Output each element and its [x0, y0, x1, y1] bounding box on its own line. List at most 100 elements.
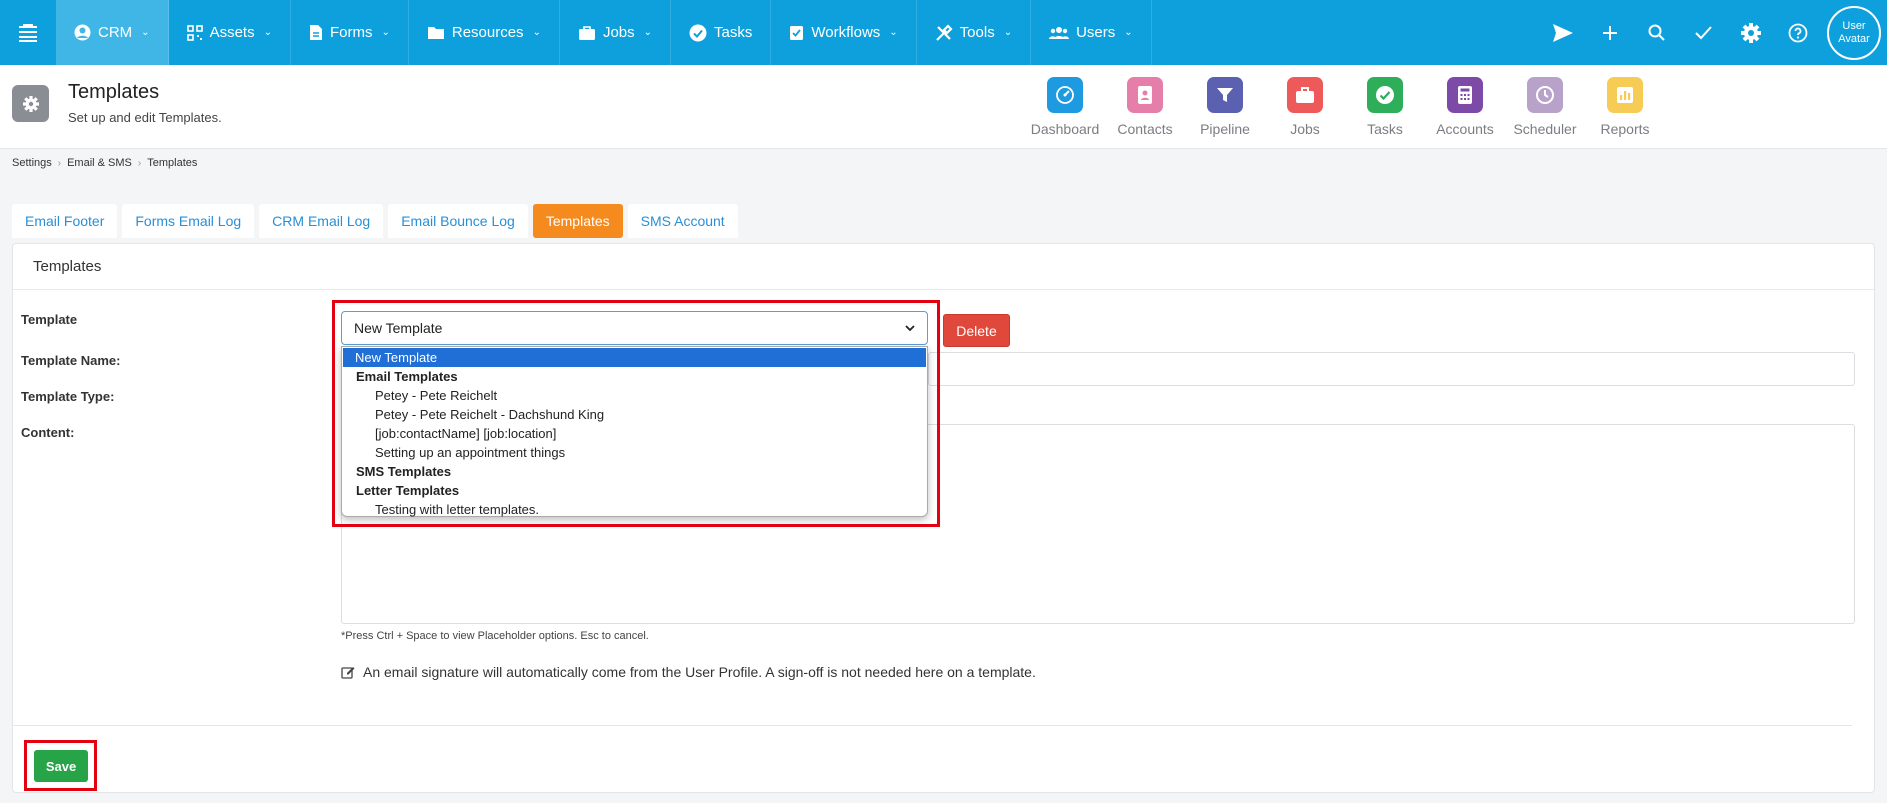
- quick-link-scheduler[interactable]: Scheduler: [1505, 77, 1585, 137]
- quick-link-label: Jobs: [1290, 121, 1320, 137]
- filter-icon: [1207, 77, 1243, 113]
- briefcase-icon: [1287, 77, 1323, 113]
- edit-icon: [341, 665, 355, 679]
- page-title: Templates: [68, 81, 160, 103]
- template-select-value: New Template: [354, 320, 443, 336]
- nav-users[interactable]: Users ⌄: [1031, 0, 1152, 65]
- template-name-label: Template Name:: [21, 353, 121, 368]
- signature-note: An email signature will automatically co…: [341, 664, 1036, 680]
- nav-jobs[interactable]: Jobs ⌄: [560, 0, 672, 65]
- nav-right-actions: User Avatar: [1539, 0, 1887, 65]
- chart-icon: [1607, 77, 1643, 113]
- quick-link-tasks[interactable]: Tasks: [1345, 77, 1425, 137]
- dropdown-option-new-template[interactable]: New Template: [343, 348, 926, 367]
- dropdown-option[interactable]: Setting up an appointment things: [342, 443, 927, 462]
- quick-link-reports[interactable]: Reports: [1585, 77, 1665, 137]
- tools-icon: [935, 23, 953, 42]
- template-type-label: Template Type:: [21, 389, 115, 404]
- nav-resources[interactable]: Resources ⌄: [409, 0, 560, 65]
- menu-icon[interactable]: [0, 0, 56, 65]
- chevron-down-icon: ⌄: [141, 27, 150, 38]
- signature-note-text: An email signature will automatically co…: [363, 664, 1036, 680]
- user-avatar[interactable]: User Avatar: [1827, 5, 1881, 60]
- template-label: Template: [21, 312, 78, 327]
- quick-link-jobs[interactable]: Jobs: [1265, 77, 1345, 137]
- dropdown-option[interactable]: Testing with letter templates.: [342, 500, 927, 519]
- delete-button[interactable]: Delete: [943, 314, 1010, 347]
- quick-link-label: Accounts: [1436, 121, 1494, 137]
- gear-icon[interactable]: [1727, 0, 1774, 65]
- nav-jobs-label: Jobs: [602, 24, 635, 41]
- nav-assets-label: Assets: [209, 24, 255, 41]
- check-circle-icon: [1367, 77, 1403, 113]
- calculator-icon: [1447, 77, 1483, 113]
- dropdown-group-sms-templates: SMS Templates: [356, 464, 452, 479]
- chevron-down-icon: ⌄: [263, 27, 272, 38]
- nav-users-label: Users: [1076, 24, 1116, 41]
- nav-tools-label: Tools: [959, 24, 995, 41]
- page-header: Templates Set up and edit Templates. Das…: [0, 65, 1887, 149]
- chevron-down-icon: ⌄: [1003, 27, 1013, 38]
- quick-link-dashboard[interactable]: Dashboard: [1025, 77, 1105, 137]
- tab-email-footer[interactable]: Email Footer: [12, 204, 118, 238]
- content-label: Content:: [21, 425, 75, 440]
- users-icon: [1049, 26, 1070, 40]
- quick-link-label: Tasks: [1367, 121, 1403, 137]
- quick-link-label: Reports: [1600, 121, 1650, 137]
- template-name-input[interactable]: [928, 352, 1855, 386]
- nav-tools[interactable]: Tools ⌄: [917, 0, 1032, 65]
- tab-email-bounce-log[interactable]: Email Bounce Log: [388, 204, 528, 238]
- quick-link-pipeline[interactable]: Pipeline: [1185, 77, 1265, 137]
- nav-resources-label: Resources: [451, 24, 524, 41]
- breadcrumb: Settings › Email & SMS › Templates: [12, 157, 197, 169]
- dropdown-group-letter-templates: Letter Templates: [356, 483, 460, 498]
- settings-gear-icon: [12, 85, 49, 122]
- dashboard-icon: [1047, 77, 1083, 113]
- dropdown-option[interactable]: Petey - Pete Reichelt - Dachshund King: [342, 405, 927, 424]
- breadcrumb-templates: Templates: [147, 157, 198, 169]
- search-icon[interactable]: [1633, 0, 1680, 65]
- breadcrumb-email-sms[interactable]: Email & SMS: [67, 157, 132, 169]
- nav-crm-label: CRM: [98, 24, 133, 41]
- template-select[interactable]: New Template: [341, 311, 928, 345]
- top-navigation-bar: CRM ⌄ Assets ⌄ Forms ⌄ Resources ⌄ Jobs …: [0, 0, 1887, 65]
- clock-icon: [1527, 77, 1563, 113]
- panel-title: Templates: [33, 258, 102, 275]
- dropdown-option[interactable]: Petey - Pete Reichelt: [342, 386, 927, 405]
- tab-forms-email-log[interactable]: Forms Email Log: [122, 204, 255, 238]
- chevron-down-icon: ⌄: [381, 27, 390, 38]
- tab-crm-email-log[interactable]: CRM Email Log: [259, 204, 384, 238]
- breadcrumb-settings[interactable]: Settings: [12, 157, 52, 169]
- template-dropdown-list: New Template Email Templates Petey - Pet…: [341, 346, 928, 517]
- quick-link-contacts[interactable]: Contacts: [1105, 77, 1185, 137]
- dropdown-option[interactable]: [job:contactName] [job:location]: [342, 424, 927, 443]
- chevron-down-icon: ⌄: [532, 27, 541, 38]
- nav-workflows[interactable]: Workflows ⌄: [771, 0, 917, 65]
- chevron-down-icon: [905, 324, 915, 332]
- quick-link-accounts[interactable]: Accounts: [1425, 77, 1505, 137]
- qr-code-icon: [186, 24, 203, 41]
- send-icon[interactable]: [1539, 0, 1586, 65]
- tab-sms-account[interactable]: SMS Account: [627, 204, 738, 238]
- avatar-line2: Avatar: [1838, 32, 1870, 45]
- nav-tasks-label: Tasks: [714, 24, 753, 41]
- page-subtitle: Set up and edit Templates.: [68, 110, 222, 125]
- checkmark-icon[interactable]: [1680, 0, 1727, 65]
- briefcase-icon: [578, 25, 596, 41]
- chevron-down-icon: ⌄: [889, 27, 898, 38]
- help-icon[interactable]: [1774, 0, 1821, 65]
- tab-templates[interactable]: Templates: [532, 204, 623, 238]
- avatar-line1: User: [1842, 19, 1866, 32]
- breadcrumb-separator: ›: [137, 157, 142, 169]
- contacts-icon: [1127, 77, 1163, 113]
- check-circle-icon: [689, 24, 707, 42]
- plus-icon[interactable]: [1586, 0, 1633, 65]
- nav-assets[interactable]: Assets ⌄: [169, 0, 291, 65]
- nav-tasks[interactable]: Tasks: [671, 0, 772, 65]
- save-button[interactable]: Save: [34, 750, 88, 782]
- quick-link-label: Dashboard: [1030, 121, 1100, 137]
- clipboard-check-icon: [789, 24, 804, 41]
- nav-forms[interactable]: Forms ⌄: [291, 0, 409, 65]
- nav-crm[interactable]: CRM ⌄: [56, 0, 169, 65]
- document-icon: [309, 24, 323, 41]
